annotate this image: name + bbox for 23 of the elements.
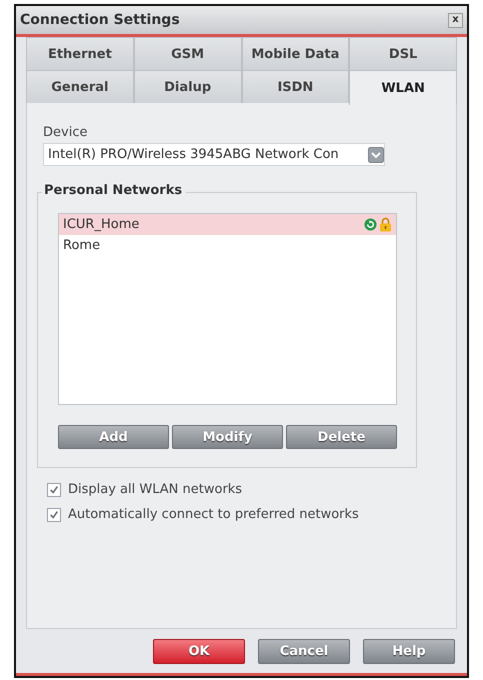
checkbox[interactable] xyxy=(47,482,61,496)
tab[interactable]: ISDN xyxy=(242,70,350,103)
network-item[interactable]: Rome xyxy=(59,235,396,256)
tab[interactable]: DSL xyxy=(349,37,457,70)
dialog-button[interactable]: OK xyxy=(153,638,245,664)
network-name: ICUR_Home xyxy=(63,217,140,232)
tab[interactable]: General xyxy=(26,70,134,103)
lock-icon xyxy=(379,217,392,232)
window-title: Connection Settings xyxy=(20,12,180,28)
close-button[interactable]: x xyxy=(448,12,463,28)
tab[interactable]: Ethernet xyxy=(26,37,134,70)
tab[interactable]: Dialup xyxy=(134,70,242,103)
tab[interactable]: WLAN xyxy=(349,70,457,105)
tab[interactable]: GSM xyxy=(134,37,242,70)
network-item[interactable]: ICUR_Home xyxy=(59,214,396,235)
device-dropdown[interactable]: Intel(R) PRO/Wireless 3945ABG Network Con xyxy=(43,143,385,166)
tab[interactable]: Mobile Data xyxy=(242,37,350,70)
checkbox[interactable] xyxy=(47,508,61,522)
network-name: Rome xyxy=(63,238,100,253)
refresh-icon xyxy=(364,218,377,231)
checkbox-label: Display all WLAN networks xyxy=(68,482,242,497)
checkbox-label: Automatically connect to preferred networks xyxy=(68,507,359,522)
device-label: Device xyxy=(43,125,88,140)
